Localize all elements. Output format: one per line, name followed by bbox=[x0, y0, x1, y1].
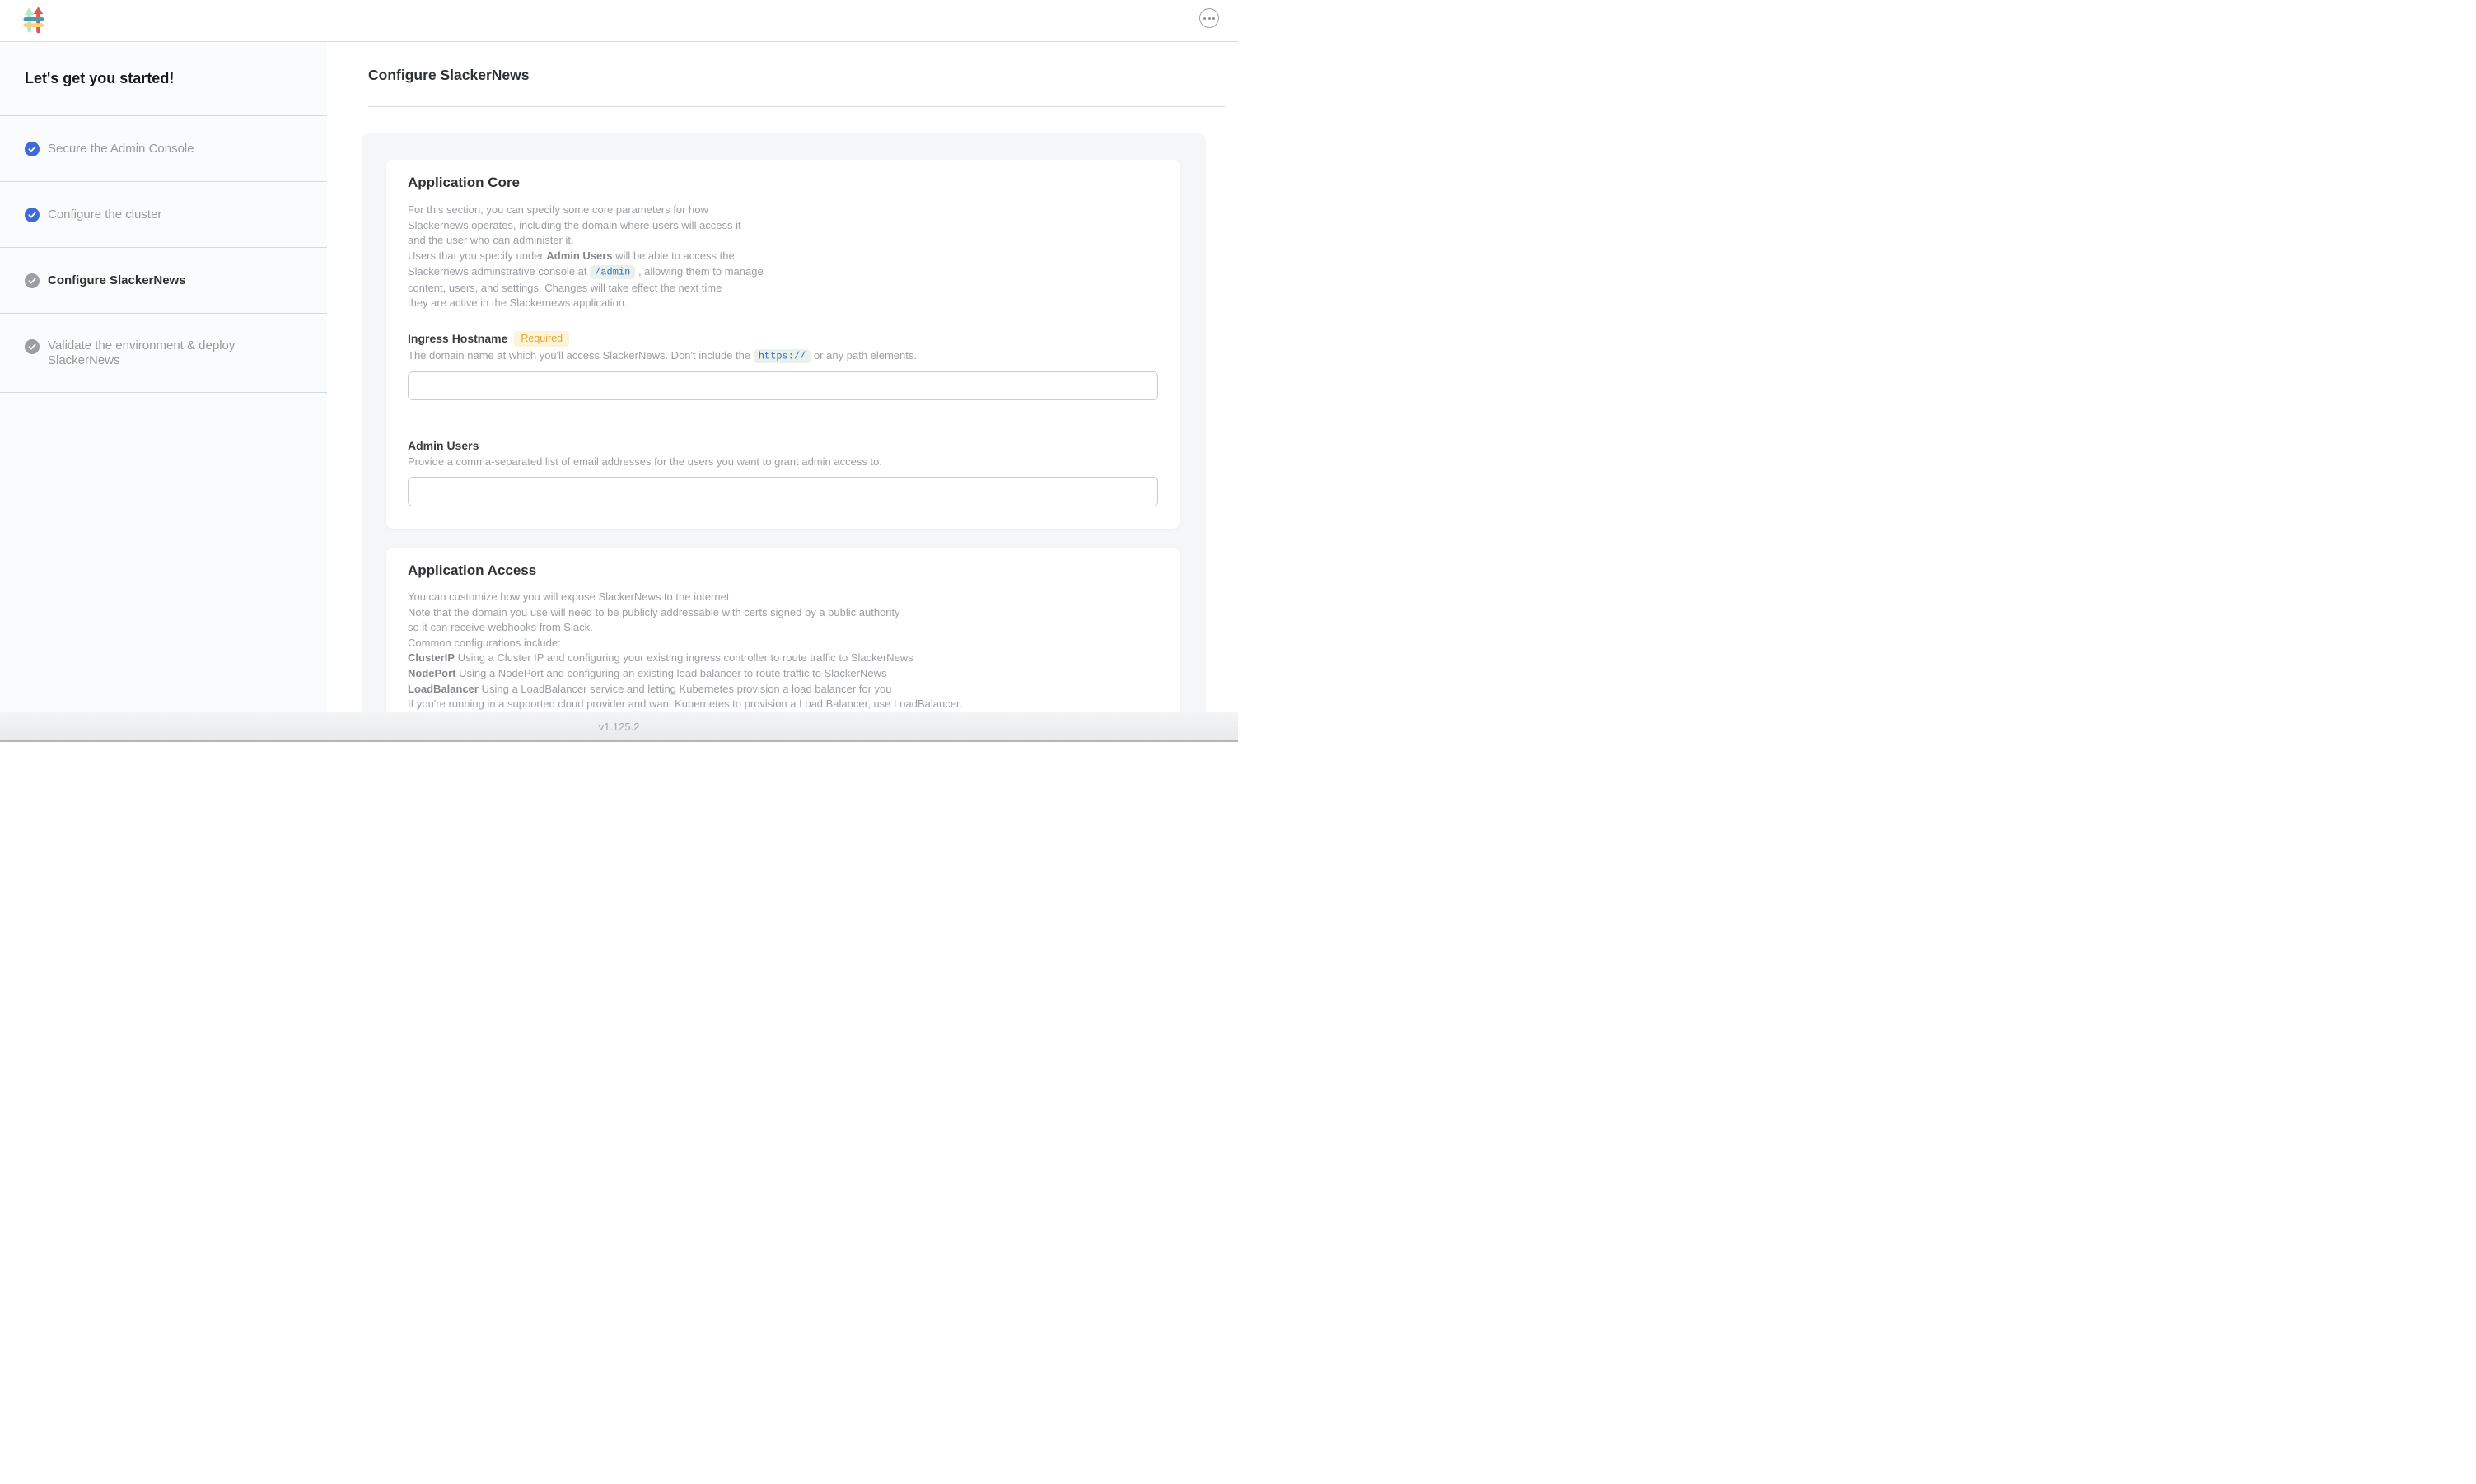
text-run: You can customize how you will expose Sl… bbox=[408, 590, 732, 603]
code-chip: /admin bbox=[590, 265, 635, 279]
text-run: Slackernews operates, including the doma… bbox=[408, 219, 741, 231]
step-label: Validate the environment & deploy Slacke… bbox=[48, 338, 272, 367]
check-circle-icon bbox=[25, 273, 40, 288]
admin-users-input[interactable] bbox=[408, 477, 1158, 506]
field-help: The domain name at which you'll access S… bbox=[408, 349, 1158, 363]
sidebar-step-secure-the-admin-console[interactable]: Secure the Admin Console bbox=[0, 116, 327, 182]
check-circle-icon bbox=[25, 339, 40, 354]
check-circle-icon bbox=[25, 142, 40, 156]
text-run: they are active in the Slackernews appli… bbox=[408, 296, 628, 309]
text-line: Provide a comma-separated list of email … bbox=[408, 455, 1158, 469]
ellipsis-icon bbox=[1203, 17, 1215, 20]
more-menu-button[interactable] bbox=[1199, 8, 1219, 28]
text-run: Using a NodePort and configuring an exis… bbox=[456, 667, 887, 679]
version-label: v1.125.2 bbox=[599, 721, 640, 733]
text-run: Admin Users bbox=[546, 250, 612, 262]
field-label: Ingress Hostname bbox=[408, 331, 507, 346]
main-content: Configure SlackerNews Application Core F… bbox=[327, 41, 1238, 742]
field-help: Provide a comma-separated list of email … bbox=[408, 455, 1158, 469]
section-description: You can customize how you will expose Sl… bbox=[408, 590, 1158, 712]
text-line: they are active in the Slackernews appli… bbox=[408, 296, 1158, 311]
text-run: Common configurations include: bbox=[408, 637, 561, 649]
text-run: Slackernews adminstrative console at bbox=[408, 265, 590, 278]
application-core-card: Application Core For this section, you c… bbox=[386, 160, 1180, 529]
text-run: will be able to access the bbox=[613, 250, 735, 262]
step-label: Configure SlackerNews bbox=[48, 273, 186, 288]
sidebar-step-configure-slackernews[interactable]: Configure SlackerNews bbox=[0, 248, 327, 314]
required-badge: Required bbox=[514, 331, 569, 347]
text-run: Users that you specify under bbox=[408, 250, 546, 262]
text-run: so it can receive webhooks from Slack. bbox=[408, 621, 593, 633]
ingress-hostname-field: Ingress Hostname Required The domain nam… bbox=[408, 331, 1158, 401]
slackernews-logo-icon bbox=[23, 6, 44, 34]
setup-steps-list: Secure the Admin Console Configure the cl… bbox=[0, 116, 327, 393]
check-circle-icon bbox=[25, 208, 40, 222]
text-line: For this section, you can specify some c… bbox=[408, 203, 1158, 218]
text-run: content, users, and settings. Changes wi… bbox=[408, 282, 722, 294]
text-line: If you're running in a supported cloud p… bbox=[408, 697, 1158, 712]
text-run: or any path elements. bbox=[811, 349, 917, 362]
text-run: Provide a comma-separated list of email … bbox=[408, 455, 882, 468]
admin-users-field: Admin Users Provide a comma-separated li… bbox=[408, 438, 1158, 506]
text-run: LoadBalancer bbox=[408, 683, 479, 695]
footer-bar: v1.125.2 bbox=[0, 712, 1238, 742]
text-run: , allowing them to manage bbox=[635, 265, 763, 278]
text-line: LoadBalancer Using a LoadBalancer servic… bbox=[408, 682, 1158, 698]
text-line: Common configurations include: bbox=[408, 636, 1158, 651]
config-panel: Application Core For this section, you c… bbox=[362, 133, 1206, 742]
text-line: Slackernews operates, including the doma… bbox=[408, 218, 1158, 234]
app-window: Let's get you started! Secure the Admin … bbox=[0, 0, 1238, 742]
text-line: The domain name at which you'll access S… bbox=[408, 349, 1158, 363]
sidebar-step-configure-the-cluster[interactable]: Configure the cluster bbox=[0, 182, 327, 248]
step-label: Configure the cluster bbox=[48, 208, 161, 222]
window-bottom-edge bbox=[0, 740, 1238, 742]
ingress-hostname-input[interactable] bbox=[408, 371, 1158, 401]
section-heading: Application Core bbox=[408, 175, 1158, 191]
text-run: The domain name at which you'll access S… bbox=[408, 349, 754, 362]
text-run: NodePort bbox=[408, 667, 456, 679]
text-run: Note that the domain you use will need t… bbox=[408, 606, 900, 618]
text-line: Users that you specify under Admin Users… bbox=[408, 249, 1158, 264]
top-bar bbox=[0, 0, 1238, 42]
text-line: Slackernews adminstrative console at /ad… bbox=[408, 264, 1158, 281]
text-run: and the user who can administer it. bbox=[408, 234, 574, 246]
text-line: You can customize how you will expose Sl… bbox=[408, 590, 1158, 605]
text-run: If you're running in a supported cloud p… bbox=[408, 698, 962, 710]
section-description: For this section, you can specify some c… bbox=[408, 203, 1158, 311]
text-line: Note that the domain you use will need t… bbox=[408, 605, 1158, 621]
section-heading: Application Access bbox=[408, 562, 1158, 579]
text-run: Using a Cluster IP and configuring your … bbox=[455, 651, 913, 664]
title-divider bbox=[368, 106, 1225, 107]
text-line: and the user who can administer it. bbox=[408, 233, 1158, 249]
field-label: Admin Users bbox=[408, 438, 479, 453]
step-label: Secure the Admin Console bbox=[48, 142, 194, 156]
sidebar: Let's get you started! Secure the Admin … bbox=[0, 41, 327, 742]
text-run: For this section, you can specify some c… bbox=[408, 203, 708, 216]
sidebar-step-validate-the-environment-deploy-slackernews[interactable]: Validate the environment & deploy Slacke… bbox=[0, 314, 327, 393]
page-title: Configure SlackerNews bbox=[368, 67, 529, 84]
text-line: ClusterIP Using a Cluster IP and configu… bbox=[408, 651, 1158, 666]
text-run: Using a LoadBalancer service and letting… bbox=[479, 683, 892, 695]
text-line: NodePort Using a NodePort and configurin… bbox=[408, 666, 1158, 682]
sidebar-title: Let's get you started! bbox=[0, 41, 327, 116]
text-run: ClusterIP bbox=[408, 651, 455, 664]
code-chip: https:// bbox=[754, 349, 811, 363]
text-line: so it can receive webhooks from Slack. bbox=[408, 620, 1158, 636]
text-line: content, users, and settings. Changes wi… bbox=[408, 281, 1158, 296]
